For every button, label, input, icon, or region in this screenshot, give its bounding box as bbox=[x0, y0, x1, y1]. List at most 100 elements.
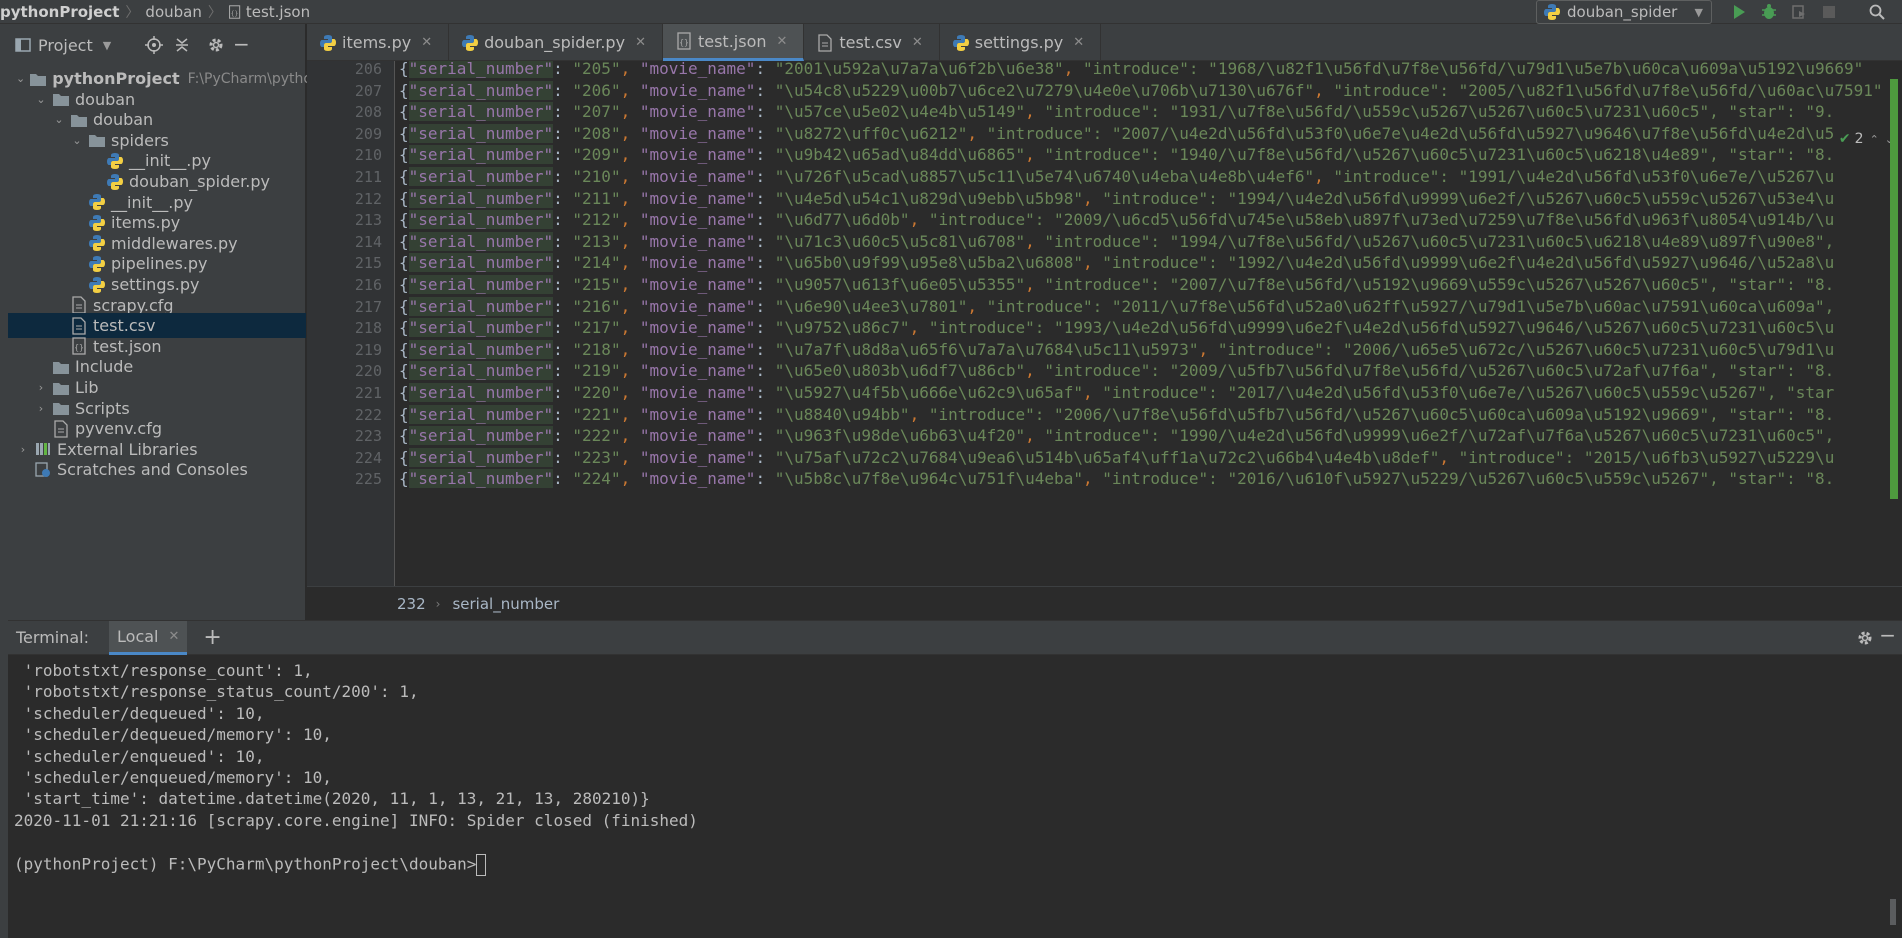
breadcrumb-file[interactable]: test.json bbox=[246, 3, 310, 21]
chevron-right-icon[interactable]: › bbox=[16, 443, 30, 456]
json-key: "movie_name" bbox=[639, 447, 756, 467]
code-punct: : bbox=[553, 318, 573, 338]
json-key: "movie_name" bbox=[639, 80, 756, 100]
code-punct: : bbox=[755, 145, 775, 165]
code-punct: , bbox=[1025, 102, 1045, 122]
editor-tab[interactable]: douban_spider.py ✕ bbox=[449, 24, 663, 61]
json-key: "serial_number" bbox=[408, 123, 554, 143]
project-panel-title[interactable]: Project bbox=[38, 36, 93, 55]
scrollbar-markers[interactable] bbox=[1890, 79, 1898, 499]
chevron-down-icon[interactable]: ⌄ bbox=[70, 134, 84, 147]
locate-target-icon[interactable] bbox=[145, 36, 163, 54]
code-punct: , bbox=[1025, 426, 1045, 446]
terminal-tab-local[interactable]: Local ✕ bbox=[109, 620, 188, 655]
code-punct: : bbox=[755, 361, 775, 381]
run-with-coverage-icon[interactable] bbox=[1790, 3, 1808, 21]
terminal-prompt[interactable]: (pythonProject) F:\PyCharm\pythonProject… bbox=[14, 853, 487, 876]
code-punct: , bbox=[1025, 275, 1045, 294]
code-brace: { bbox=[399, 210, 409, 230]
breadcrumb-key[interactable]: serial_number bbox=[452, 595, 559, 613]
run-configuration-select[interactable]: douban_spider ▼ bbox=[1536, 0, 1712, 24]
tree-file[interactable]: Scratches and Consoles bbox=[8, 457, 306, 482]
close-icon[interactable]: ✕ bbox=[777, 34, 788, 49]
dropdown-arrow-icon[interactable]: ▼ bbox=[103, 39, 111, 52]
close-icon[interactable]: ✕ bbox=[168, 629, 179, 644]
tree-item-label: test.csv bbox=[93, 316, 156, 336]
terminal-line: 'scheduler/enqueued': 10, bbox=[14, 747, 265, 766]
file-icon bbox=[72, 317, 86, 335]
breadcrumb-project[interactable]: pythonProject bbox=[0, 3, 119, 21]
editor-tab[interactable]: {} test.json ✕ bbox=[662, 24, 805, 61]
chevron-down-icon[interactable]: ⌄ bbox=[52, 113, 66, 126]
line-number: 222 bbox=[354, 405, 382, 424]
terminal-scrollbar[interactable] bbox=[1890, 899, 1896, 925]
minimize-icon[interactable]: − bbox=[1879, 623, 1896, 647]
editor-tab[interactable]: test.csv ✕ bbox=[804, 24, 940, 61]
editor-tab[interactable]: items.py ✕ bbox=[307, 24, 450, 61]
code-punct: : bbox=[553, 275, 573, 294]
json-value-movie: "\u65e0\u803b\u6df7\u86cb" bbox=[774, 361, 1026, 381]
chevron-right-icon[interactable]: › bbox=[34, 381, 48, 394]
code-brace: { bbox=[399, 383, 409, 402]
code-line[interactable]: {"serial_number": "224", "movie_name": "… bbox=[399, 466, 1834, 492]
close-icon[interactable]: ✕ bbox=[912, 35, 923, 50]
line-number: 215 bbox=[354, 254, 382, 273]
collapse-all-icon[interactable] bbox=[173, 36, 191, 54]
close-icon[interactable]: ✕ bbox=[635, 35, 646, 50]
chevron-right-icon: › bbox=[435, 596, 441, 611]
json-file-icon: {} bbox=[677, 32, 691, 50]
editor-tab-label: settings.py bbox=[974, 33, 1064, 52]
new-terminal-icon[interactable]: + bbox=[203, 625, 221, 650]
editor-tab-label: test.json bbox=[697, 31, 767, 51]
json-value-serial: "214" bbox=[572, 253, 621, 273]
code-punct: , bbox=[1063, 61, 1083, 78]
json-key: "movie_name" bbox=[639, 253, 756, 273]
gear-icon[interactable] bbox=[207, 36, 225, 54]
run-icon[interactable] bbox=[1730, 3, 1748, 21]
json-value-movie: "\u6d77\u6d0b" bbox=[774, 210, 910, 230]
code-editor[interactable]: 206 207 208 209 210 211 212 213 214 215 216 217 218 2… bbox=[307, 61, 1902, 586]
json-key: "movie_name" bbox=[639, 145, 756, 165]
search-everywhere-icon[interactable] bbox=[1868, 3, 1886, 21]
chevron-right-icon[interactable]: › bbox=[34, 402, 48, 415]
code-punct: : bbox=[553, 426, 573, 446]
json-key: "serial_number" bbox=[408, 145, 554, 165]
json-value-movie: "\u5b8c\u7f8e\u964c\u751f\u4eba" bbox=[774, 469, 1083, 489]
close-icon[interactable]: ✕ bbox=[421, 35, 432, 50]
chevron-down-icon[interactable]: ⌄ bbox=[34, 93, 48, 106]
json-key: "serial_number" bbox=[408, 231, 554, 251]
code-punct: : bbox=[553, 167, 573, 186]
editor-tab[interactable]: settings.py ✕ bbox=[940, 24, 1102, 61]
json-value-rest: "introduce": "2011/\u7f8e\u56fd\u52a0\u6… bbox=[986, 296, 1835, 316]
library-icon bbox=[36, 443, 50, 456]
code-punct: , bbox=[620, 253, 640, 273]
folder-icon bbox=[71, 114, 87, 127]
terminal-title: Terminal: bbox=[16, 628, 90, 647]
code-punct: : bbox=[755, 80, 775, 100]
code-punct: : bbox=[755, 318, 775, 338]
code-punct: , bbox=[620, 61, 640, 78]
json-value-movie: "\u65b0\u9f99\u95e8\u5ba2\u6808" bbox=[774, 253, 1083, 273]
code-punct: : bbox=[755, 61, 775, 78]
stop-icon[interactable] bbox=[1820, 3, 1838, 21]
chevron-down-icon[interactable]: ⌄ bbox=[16, 72, 25, 85]
close-icon[interactable]: ✕ bbox=[1073, 35, 1084, 50]
inspection-widget[interactable]: ✔ 2 ⌃ ⌄ bbox=[1839, 131, 1894, 147]
gear-icon[interactable] bbox=[1856, 629, 1874, 647]
breadcrumb-folder[interactable]: douban bbox=[145, 3, 201, 21]
code-brace: { bbox=[399, 426, 409, 446]
debug-icon[interactable] bbox=[1760, 3, 1778, 21]
minimize-icon[interactable]: − bbox=[233, 32, 250, 56]
json-value-rest: "introduce": "2009/\u6cd5\u56fd\u745e\u5… bbox=[928, 210, 1835, 230]
folder-icon bbox=[89, 135, 105, 148]
json-key: "serial_number" bbox=[408, 447, 554, 467]
code-punct: : bbox=[755, 253, 775, 273]
code-brace: { bbox=[399, 296, 409, 316]
json-value-serial: "208" bbox=[572, 123, 621, 143]
file-icon bbox=[72, 296, 86, 314]
tree-item-label: douban bbox=[75, 89, 136, 109]
line-number: 225 bbox=[354, 470, 382, 489]
code-punct: : bbox=[553, 123, 573, 143]
terminal-line: 'robotstxt/response_count': 1, bbox=[14, 661, 313, 680]
breadcrumb-line[interactable]: 232 bbox=[397, 595, 426, 613]
